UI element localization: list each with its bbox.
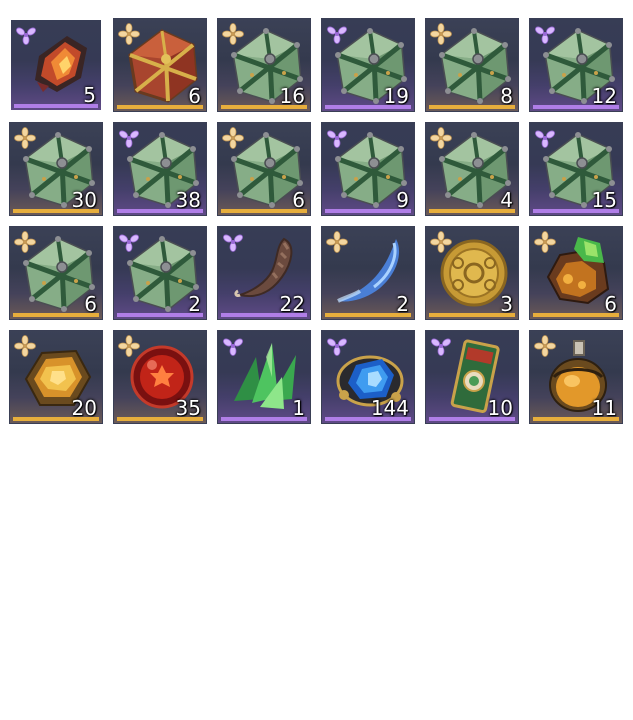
inventory-slot[interactable]: 144 xyxy=(321,330,415,424)
item-count: 22 xyxy=(279,292,305,316)
inventory-slot[interactable]: 2 xyxy=(113,226,207,320)
rarity-bar xyxy=(325,313,411,317)
rarity-bar xyxy=(429,313,515,317)
rarity-bar xyxy=(429,105,515,109)
item-count: 12 xyxy=(591,84,617,108)
inventory-grid: 5 6 16 19 8 12 30 38 6 9 4 15 6 2 22 2 3… xyxy=(9,18,625,426)
item-count: 8 xyxy=(500,84,513,108)
inventory-slot[interactable]: 15 xyxy=(529,122,623,216)
item-count: 20 xyxy=(71,396,97,420)
inventory-slot[interactable]: 6 xyxy=(217,122,311,216)
item-count: 6 xyxy=(84,292,97,316)
rarity-bar xyxy=(325,209,411,213)
item-count: 16 xyxy=(279,84,305,108)
rarity-bar xyxy=(325,417,411,421)
item-count: 19 xyxy=(383,84,409,108)
rarity-bar xyxy=(14,104,98,108)
rarity-bar xyxy=(117,209,203,213)
rarity-bar xyxy=(533,417,619,421)
inventory-slot[interactable]: 22 xyxy=(217,226,311,320)
item-count: 144 xyxy=(370,396,409,420)
inventory-slot[interactable]: 2 xyxy=(321,226,415,320)
inventory-slot[interactable]: 10 xyxy=(425,330,519,424)
item-count: 6 xyxy=(604,292,617,316)
item-count: 15 xyxy=(591,188,617,212)
inventory-slot[interactable]: 4 xyxy=(425,122,519,216)
rarity-bar xyxy=(117,313,203,317)
rarity-bar xyxy=(221,105,307,109)
rarity-bar xyxy=(533,209,619,213)
rarity-bar xyxy=(429,209,515,213)
inventory-slot[interactable]: 11 xyxy=(529,330,623,424)
rarity-bar xyxy=(13,417,99,421)
rarity-bar xyxy=(533,313,619,317)
inventory-slot[interactable]: 16 xyxy=(217,18,311,112)
item-count: 35 xyxy=(175,396,201,420)
item-count: 10 xyxy=(487,396,513,420)
rarity-bar xyxy=(533,105,619,109)
item-count: 2 xyxy=(396,292,409,316)
item-count: 2 xyxy=(188,292,201,316)
rarity-bar xyxy=(117,105,203,109)
inventory-slot[interactable]: 19 xyxy=(321,18,415,112)
item-count: 38 xyxy=(175,188,201,212)
item-count: 1 xyxy=(292,396,305,420)
rarity-bar xyxy=(13,209,99,213)
inventory-slot[interactable]: 6 xyxy=(9,226,103,320)
inventory-slot[interactable]: 9 xyxy=(321,122,415,216)
rarity-bar xyxy=(221,209,307,213)
item-count: 6 xyxy=(188,84,201,108)
inventory-slot[interactable]: 30 xyxy=(9,122,103,216)
inventory-slot[interactable]: 6 xyxy=(113,18,207,112)
rarity-bar xyxy=(221,313,307,317)
item-count: 4 xyxy=(500,188,513,212)
inventory-slot[interactable]: 3 xyxy=(425,226,519,320)
rarity-bar xyxy=(325,105,411,109)
inventory-slot[interactable]: 38 xyxy=(113,122,207,216)
inventory-slot[interactable]: 20 xyxy=(9,330,103,424)
inventory-slot[interactable]: 1 xyxy=(217,330,311,424)
item-count: 6 xyxy=(292,188,305,212)
inventory-slot[interactable]: 8 xyxy=(425,18,519,112)
item-count: 5 xyxy=(83,83,96,107)
rarity-bar xyxy=(221,417,307,421)
inventory-slot[interactable]: 35 xyxy=(113,330,207,424)
inventory-slot[interactable]: 6 xyxy=(529,226,623,320)
rarity-bar xyxy=(117,417,203,421)
item-count: 9 xyxy=(396,188,409,212)
inventory-slot[interactable]: 5 xyxy=(9,18,103,112)
item-count: 30 xyxy=(71,188,97,212)
item-count: 3 xyxy=(500,292,513,316)
rarity-bar xyxy=(13,313,99,317)
item-count: 11 xyxy=(591,396,617,420)
rarity-bar xyxy=(429,417,515,421)
inventory-slot[interactable]: 12 xyxy=(529,18,623,112)
